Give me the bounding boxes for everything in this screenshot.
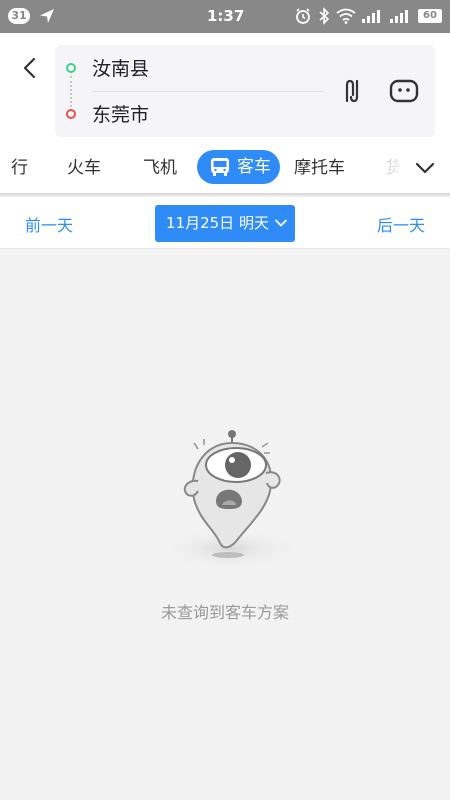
- swap-button[interactable]: [338, 77, 366, 105]
- signal-icon: [362, 10, 380, 23]
- status-time: 1:37: [207, 7, 245, 25]
- tab-train[interactable]: 火车: [67, 155, 101, 181]
- origin-city[interactable]: 汝南县: [92, 54, 149, 81]
- tabs-fade: [373, 143, 407, 193]
- destination-city[interactable]: 东莞市: [92, 100, 149, 127]
- crying-ghost-illustration-icon: [158, 430, 302, 571]
- chevron-down-icon: [275, 219, 287, 227]
- date-bar: 前一天 11月25日 明天 后一天: [0, 197, 450, 249]
- notification-badge: 31: [8, 8, 30, 24]
- prev-day-button[interactable]: 前一天: [25, 212, 73, 236]
- date-picker-button[interactable]: 11月25日 明天: [155, 205, 295, 242]
- route-box: 汝南县 东莞市: [55, 45, 435, 137]
- expand-tabs-button[interactable]: [414, 157, 436, 179]
- bluetooth-icon: [319, 7, 330, 25]
- bus-icon: [211, 158, 229, 176]
- destination-dot-icon: [66, 109, 76, 119]
- swap-icon: [345, 79, 359, 103]
- back-button[interactable]: [18, 55, 44, 81]
- tab-plane[interactable]: 飞机: [143, 155, 177, 181]
- status-bar: 31 1:37 60: [0, 0, 450, 33]
- divider: [92, 91, 324, 92]
- battery-icon: 60: [418, 9, 442, 23]
- more-button[interactable]: [388, 78, 420, 104]
- tab-bus-label: 客车: [237, 157, 271, 177]
- status-icons: 60: [294, 7, 442, 25]
- alarm-icon: [296, 8, 310, 24]
- empty-message: 未查询到客车方案: [160, 603, 289, 622]
- navigation-arrow-icon: [40, 9, 54, 23]
- current-date: 11月25日 明天: [166, 214, 269, 232]
- wifi-icon: [336, 8, 356, 24]
- route-header: 汝南县 东莞市: [0, 33, 450, 143]
- signal-icon-2: [390, 10, 408, 23]
- tab-bus[interactable]: 客车: [197, 150, 280, 184]
- more-icon: [389, 79, 419, 103]
- next-day-button[interactable]: 后一天: [377, 212, 425, 236]
- route-line: [70, 76, 72, 107]
- transport-mode-tabs: 行 火车 飞机 客车 摩托车 货: [0, 143, 450, 193]
- tab-motorcycle[interactable]: 摩托车: [294, 155, 345, 181]
- origin-dot-icon: [66, 63, 76, 73]
- chevron-down-icon: [415, 162, 435, 174]
- tab-walk[interactable]: 行: [11, 155, 28, 181]
- empty-state: 未查询到客车方案: [0, 249, 450, 800]
